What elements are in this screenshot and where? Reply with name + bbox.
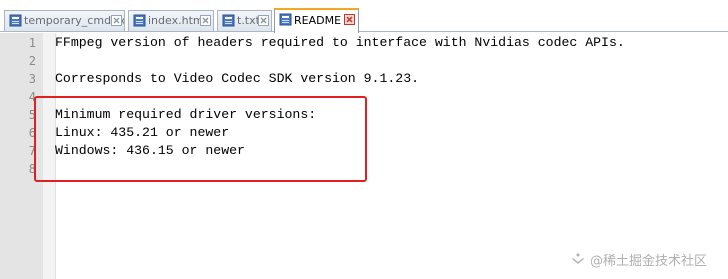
- code-line: FFmpeg version of headers required to in…: [55, 35, 625, 50]
- line-number: 6: [28, 126, 36, 140]
- highlight-annotation-box: [34, 96, 367, 182]
- line-number: 7: [28, 144, 36, 158]
- line-number: 1: [28, 36, 36, 50]
- line-number: 8: [28, 162, 36, 176]
- close-icon[interactable]: [200, 15, 211, 26]
- tab-label: t.txt: [237, 14, 260, 27]
- close-icon[interactable]: [258, 15, 269, 26]
- code-line: Corresponds to Video Codec SDK version 9…: [55, 71, 420, 86]
- close-icon[interactable]: [111, 15, 122, 26]
- line-number: 5: [28, 108, 36, 122]
- tab-bar-divider: [0, 31, 728, 32]
- tab-label: README: [294, 14, 342, 27]
- tab-bar: temporary_cmd.txt index.html t.txt READM…: [0, 0, 728, 33]
- juejin-logo-icon: [572, 253, 584, 264]
- line-number: 2: [28, 54, 36, 68]
- tab-t-txt[interactable]: t.txt: [217, 10, 272, 31]
- tab-index-html[interactable]: index.html: [128, 10, 214, 31]
- tab-readme[interactable]: README: [274, 8, 359, 33]
- tab-label: temporary_cmd.txt: [24, 14, 125, 27]
- close-icon[interactable]: [344, 14, 355, 25]
- document-icon: [133, 14, 146, 27]
- line-number: 4: [28, 90, 36, 104]
- document-icon: [222, 14, 235, 27]
- document-icon: [279, 13, 292, 26]
- watermark-text: @稀土掘金技术社区: [590, 254, 708, 269]
- tab-label: index.html: [148, 14, 207, 27]
- tab-temporary-cmd[interactable]: temporary_cmd.txt: [4, 10, 125, 31]
- line-number: 3: [28, 72, 36, 86]
- document-icon: [9, 14, 22, 27]
